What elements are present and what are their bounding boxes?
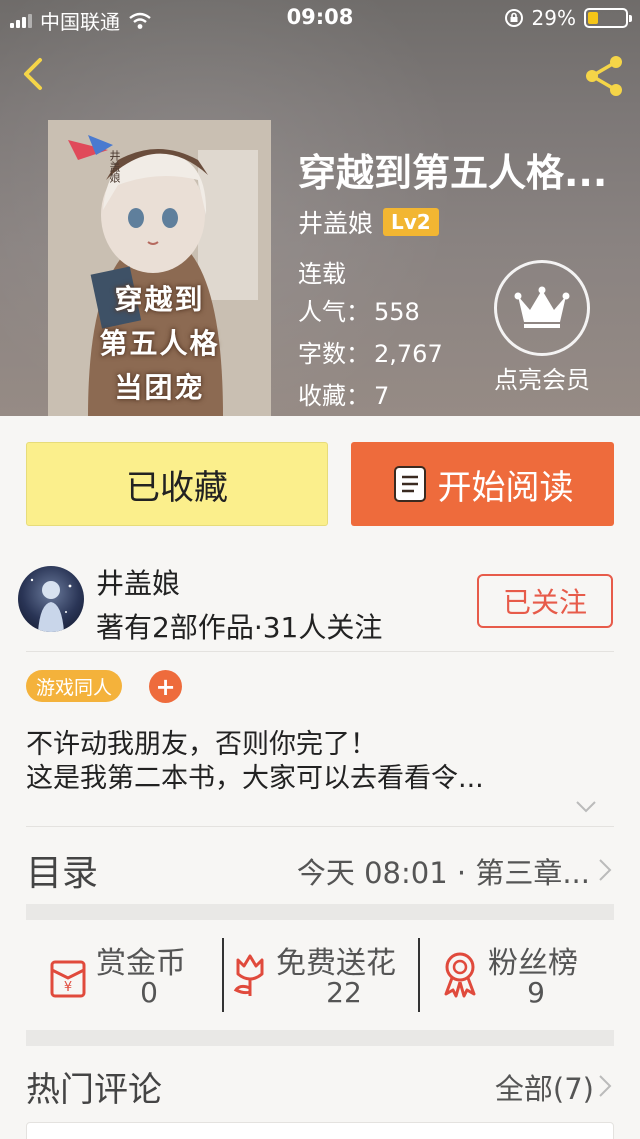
table-of-contents-row[interactable]: 目录 今天 08:01 · 第三章... — [26, 836, 614, 898]
book-header: 中国联通 09:08 29% 井盖娘 穿越到 第五人格 当团宠 穿越到第五人格.… — [0, 0, 640, 416]
toc-title: 目录 — [26, 853, 99, 894]
book-title: 穿越到第五人格... — [298, 151, 608, 195]
chevron-down-icon[interactable] — [575, 800, 597, 814]
author-name[interactable]: 井盖娘 — [96, 562, 180, 602]
reward-coins-button[interactable]: ¥ 赏金币 0 — [26, 930, 222, 1016]
send-flower-button[interactable]: 免费送花 22 — [224, 930, 418, 1016]
hot-comments-title: 热门评论 — [26, 1070, 162, 1110]
add-tag-button[interactable]: + — [149, 670, 182, 703]
comment-card[interactable] — [26, 1122, 614, 1139]
divider — [26, 826, 614, 827]
book-icon — [393, 466, 426, 502]
start-reading-button[interactable]: 开始阅读 — [351, 442, 614, 526]
favorites-value: 7 — [374, 382, 390, 410]
crown-icon — [514, 286, 570, 328]
interaction-stats: ¥ 赏金币 0 免费送花 22 粉丝榜 9 — [26, 930, 614, 1016]
all-comments-link[interactable]: 全部(7) — [495, 1066, 594, 1108]
word-count-stat: 字数： 2,767 — [298, 334, 443, 369]
fans-ranking-button[interactable]: 粉丝榜 9 — [420, 930, 614, 1016]
chevron-right-icon — [599, 859, 612, 881]
word-count-value: 2,767 — [374, 340, 443, 368]
status-bar: 中国联通 09:08 29% — [0, 0, 640, 36]
battery-percent: 29% — [531, 6, 576, 30]
latest-chapter: 今天 08:01 · 第三章... — [296, 856, 590, 890]
battery-level — [588, 12, 599, 24]
back-button[interactable] — [12, 52, 56, 96]
battery-group: 29% — [504, 6, 632, 30]
level-badge: Lv2 — [383, 208, 439, 236]
favorited-button[interactable]: 已收藏 — [26, 442, 328, 526]
fans-value: 9 — [527, 976, 545, 1009]
favorites-label: 收藏： — [298, 382, 370, 410]
description-line: 不许动我朋友，否则你完了！ — [26, 729, 377, 760]
cover-title-text: 穿越到 第五人格 当团宠 — [48, 278, 271, 410]
follow-button[interactable]: 已关注 — [477, 574, 613, 628]
popularity-stat: 人气： 558 — [298, 292, 420, 327]
share-icon — [586, 56, 622, 96]
author-meta: 著有2部作品·31人关注 — [96, 611, 383, 644]
start-reading-label: 开始阅读 — [437, 467, 574, 508]
chevron-left-icon — [24, 58, 42, 90]
red-envelope-icon: ¥ — [50, 960, 86, 998]
svg-text:¥: ¥ — [64, 980, 72, 995]
divider — [26, 651, 614, 652]
rotation-lock-icon — [504, 9, 523, 27]
vip-button[interactable]: 点亮会员 — [482, 260, 602, 395]
vip-badge — [494, 260, 590, 356]
chevron-right-icon — [599, 1075, 612, 1097]
avatar-image — [30, 578, 72, 632]
favorites-stat: 收藏： 7 — [298, 376, 389, 411]
author-link[interactable]: 井盖娘 — [298, 204, 373, 240]
cover-title-line: 穿越到 — [114, 283, 205, 316]
popularity-value: 558 — [374, 298, 420, 326]
author-avatar[interactable] — [18, 566, 84, 632]
battery-icon — [584, 8, 632, 28]
description-line: 这是我第二本书，大家可以去看看令... — [26, 763, 484, 794]
section-separator — [26, 1030, 614, 1046]
book-cover[interactable]: 井盖娘 穿越到 第五人格 当团宠 — [48, 120, 271, 416]
reward-value: 0 — [140, 976, 158, 1009]
flower-icon — [233, 954, 264, 996]
serial-status: 连载 — [298, 260, 346, 288]
share-button[interactable] — [578, 50, 630, 102]
follow-label: 已关注 — [502, 586, 587, 619]
genre-tag[interactable]: 游戏同人 — [26, 670, 123, 702]
favorited-label: 已收藏 — [126, 467, 228, 508]
cover-author-tag: 井盖娘 — [108, 150, 121, 183]
cover-title-line: 第五人格 — [99, 327, 220, 360]
word-count-label: 字数： — [298, 340, 370, 368]
medal-icon — [444, 952, 476, 998]
popularity-label: 人气： — [298, 298, 370, 326]
flower-value: 22 — [326, 976, 362, 1009]
section-separator — [26, 904, 614, 920]
author-row: 井盖娘 Lv2 — [298, 204, 439, 240]
cover-title-line: 当团宠 — [114, 371, 205, 404]
vip-label: 点亮会员 — [494, 366, 590, 394]
book-description[interactable]: 不许动我朋友，否则你完了！ 这是我第二本书，大家可以去看看令... — [26, 728, 596, 796]
